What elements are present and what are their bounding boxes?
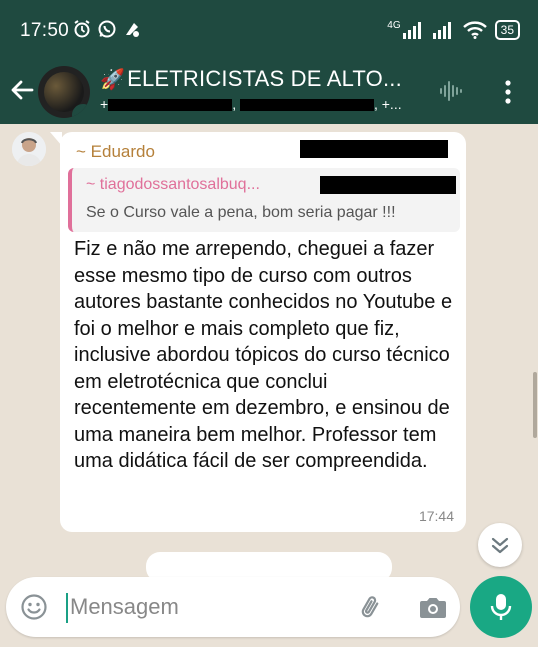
community-badge-icon — [72, 104, 90, 118]
message-time: 17:44 — [418, 508, 454, 524]
mic-icon — [490, 594, 512, 620]
wifi-icon — [462, 21, 487, 39]
chevron-down-icon — [491, 537, 509, 554]
text-cursor — [66, 593, 68, 623]
status-time: 17:50 — [20, 20, 70, 41]
message-bubble[interactable]: ~ Eduardo ~ tiagodossantosalbuq... Se o … — [50, 132, 466, 532]
emoji-icon[interactable] — [20, 593, 48, 621]
battery-indicator: 35 — [494, 20, 520, 40]
chat-title: ELETRICISTAS DE ALTO... — [127, 66, 402, 91]
scrollbar[interactable] — [533, 372, 537, 438]
network-type: 4G — [387, 19, 401, 31]
message-sender[interactable]: ~ Eduardo — [76, 142, 155, 162]
subtitle-sep-2: , — [373, 96, 378, 112]
group-avatar[interactable] — [38, 66, 90, 118]
subtitle-suffix: +... — [381, 96, 402, 112]
sender-avatar-image — [12, 132, 46, 166]
status-right: 4G 35 — [387, 20, 520, 40]
voice-wave-icon[interactable] — [438, 78, 464, 104]
message-input[interactable] — [70, 591, 330, 623]
quoted-message[interactable]: ~ tiagodossantosalbuq... Se o Curso vale… — [68, 168, 460, 232]
message-composer — [6, 577, 460, 637]
notification-icon — [126, 23, 139, 37]
alarm-icon — [74, 20, 90, 38]
mic-button[interactable] — [470, 576, 532, 638]
redacted-block — [108, 99, 233, 112]
subtitle-sep-1: , — [232, 96, 237, 112]
subtitle-prefix: + — [100, 96, 109, 112]
chat-subtitle[interactable]: +, , +... — [100, 96, 402, 112]
signal-icon-2 — [432, 22, 451, 39]
camera-icon[interactable] — [418, 593, 448, 621]
scroll-to-bottom-button[interactable] — [478, 523, 522, 567]
sender-avatar[interactable] — [12, 132, 46, 166]
redacted-block — [320, 176, 456, 194]
attach-icon[interactable] — [358, 593, 386, 621]
more-vert-icon[interactable] — [498, 78, 518, 106]
quoted-sender: ~ tiagodossantosalbuq... — [86, 176, 260, 193]
rocket-icon: 🚀 — [100, 69, 126, 91]
status-bar: 17:50 4G 35 — [0, 0, 538, 58]
message-text: Fiz e não me arrependo, cheguei a fazer … — [74, 238, 453, 472]
redacted-block — [239, 99, 374, 112]
chat-header: 🚀ELETRICISTAS DE ALTO... +, , +... — [0, 58, 538, 124]
back-arrow-icon[interactable] — [8, 76, 36, 104]
redacted-block — [300, 140, 448, 158]
signal-icon — [402, 22, 421, 39]
quoted-text: Se o Curso vale a pena, bom seria pagar … — [86, 204, 396, 221]
whatsapp-icon — [98, 20, 116, 38]
chat-title-row[interactable]: 🚀ELETRICISTAS DE ALTO... — [100, 66, 402, 92]
